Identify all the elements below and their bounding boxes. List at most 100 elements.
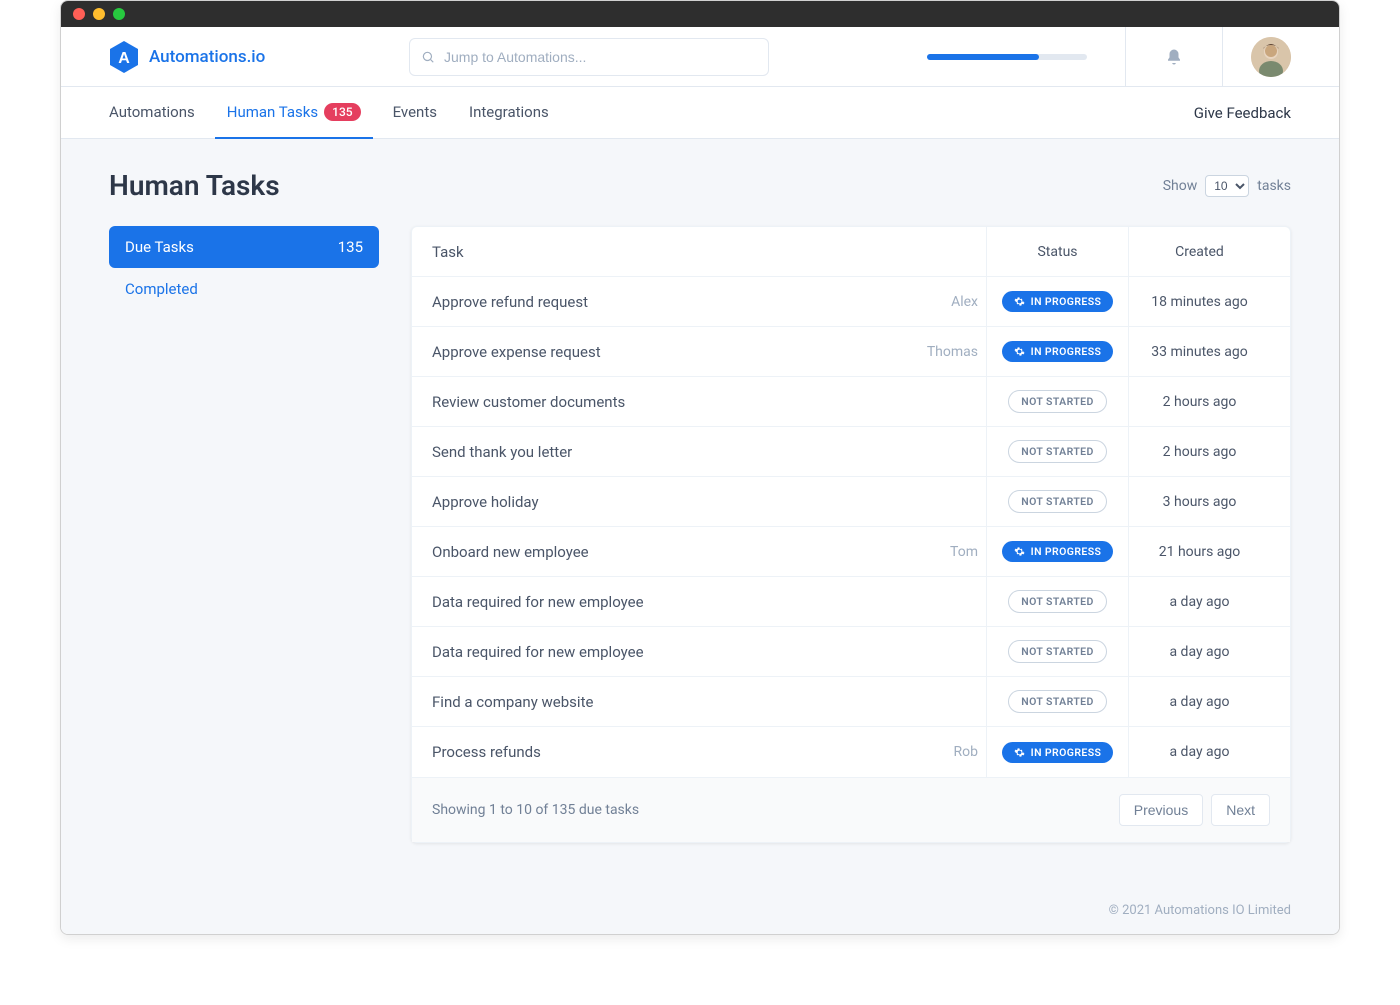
created-cell: 3 hours ago [1128,477,1270,526]
brand-name: Automations.io [149,47,265,67]
task-cell: Approve refund request Alex [432,293,986,311]
table-row[interactable]: Onboard new employeeTom IN PROGRESS 21 hou… [412,527,1290,577]
created-cell: a day ago [1128,677,1270,726]
task-cell: Send thank you letter [432,443,986,461]
sidebar-item-completed[interactable]: Completed [109,268,379,310]
status-badge: NOT STARTED [1008,690,1107,713]
window-close-button[interactable] [73,8,85,20]
task-assignee: Thomas [927,344,986,360]
status-badge: IN PROGRESS [1002,541,1114,562]
nav-item-integrations[interactable]: Integrations [457,87,561,139]
status-cell: NOT STARTED [986,477,1128,526]
status-label: IN PROGRESS [1031,345,1102,358]
gear-icon [1014,296,1025,307]
table-row[interactable]: Send thank you letter NOT STARTED 2 hours … [412,427,1290,477]
svg-text:A: A [118,50,130,67]
task-cell: Review customer documents [432,393,986,411]
next-button[interactable]: Next [1211,794,1270,826]
status-badge: NOT STARTED [1008,590,1107,613]
status-label: NOT STARTED [1021,645,1094,658]
task-name: Approve holiday [432,493,539,511]
nav-item-label: Human Tasks [227,103,318,121]
show-label-prefix: Show [1163,178,1198,194]
status-cell: NOT STARTED [986,677,1128,726]
search-wrap [409,38,769,76]
search-input[interactable] [409,38,769,76]
nav-item-automations[interactable]: Automations [109,87,207,139]
status-label: NOT STARTED [1021,395,1094,408]
table-footer: Showing 1 to 10 of 135 due tasks Previou… [412,777,1290,842]
nav-item-events[interactable]: Events [381,87,449,139]
created-cell: 2 hours ago [1128,377,1270,426]
task-assignee: Alex [951,294,986,310]
table-row[interactable]: Find a company website NOT STARTED a day a… [412,677,1290,727]
nav-item-label: Events [393,103,437,121]
status-cell: NOT STARTED [986,427,1128,476]
task-cell: Approve expense requestThomas [432,343,986,361]
table-row[interactable]: Approve expense requestThomas IN PROGRESS… [412,327,1290,377]
show-label-suffix: tasks [1257,178,1291,194]
nav-item-human-tasks[interactable]: Human Tasks135 [215,87,373,139]
task-name: Process refunds [432,743,541,761]
task-name: Data required for new employee [432,643,644,661]
task-cell: Process refunds Rob [432,743,986,761]
prev-button[interactable]: Previous [1119,794,1203,826]
status-badge: NOT STARTED [1008,440,1107,463]
status-label: IN PROGRESS [1031,545,1102,558]
gear-icon [1014,546,1025,557]
status-badge: IN PROGRESS [1002,341,1114,362]
status-cell: IN PROGRESS [986,727,1128,777]
status-label: NOT STARTED [1021,595,1094,608]
give-feedback-link[interactable]: Give Feedback [1194,104,1291,122]
task-name: Review customer documents [432,393,625,411]
task-cell: Onboard new employeeTom [432,543,986,561]
task-cell: Approve holiday [432,493,986,511]
task-name: Send thank you letter [432,443,572,461]
task-assignee: Rob [954,744,986,760]
status-label: NOT STARTED [1021,495,1094,508]
status-cell: IN PROGRESS [986,327,1128,376]
task-cell: Data required for new employee [432,593,986,611]
created-cell: a day ago [1128,727,1270,777]
task-name: Data required for new employee [432,593,644,611]
table-row[interactable]: Data required for new employee NOT STARTE… [412,577,1290,627]
sidebar-item-due-tasks[interactable]: Due Tasks135 [109,226,379,268]
sidebar-item-label: Completed [125,280,198,298]
created-cell: a day ago [1128,627,1270,676]
nav-item-label: Integrations [469,103,549,121]
status-badge: IN PROGRESS [1002,291,1114,312]
table-row[interactable]: Approve refund request Alex IN PROGRESS 18 … [412,277,1290,327]
header-status: Status [986,227,1128,276]
progress-bar [927,54,1087,60]
created-cell: a day ago [1128,577,1270,626]
status-cell: IN PROGRESS [986,527,1128,576]
table-row[interactable]: Review customer documents NOT STARTED 2 ho… [412,377,1290,427]
show-count-select[interactable]: 10 [1205,175,1249,197]
status-badge: NOT STARTED [1008,390,1107,413]
created-cell: 21 hours ago [1128,527,1270,576]
table-row[interactable]: Approve holiday NOT STARTED 3 hours ago [412,477,1290,527]
progress-fill [927,54,1039,60]
brand[interactable]: A Automations.io [109,40,389,74]
status-label: NOT STARTED [1021,695,1094,708]
table-row[interactable]: Process refunds Rob IN PROGRESS a day ago [412,727,1290,777]
sidebar-item-label: Due Tasks [125,238,194,256]
tasks-panel: Task Status Created Approve refund reque… [411,226,1291,843]
created-cell: 33 minutes ago [1128,327,1270,376]
created-cell: 18 minutes ago [1128,277,1270,326]
status-cell: IN PROGRESS [986,277,1128,326]
copyright: © 2021 Automations IO Limited [1109,903,1291,918]
user-avatar[interactable] [1251,37,1291,77]
task-name: Approve refund request [432,293,588,311]
created-cell: 2 hours ago [1128,427,1270,476]
page-title: Human Tasks [109,169,280,202]
window-maximize-button[interactable] [113,8,125,20]
status-badge: IN PROGRESS [1002,742,1114,763]
header-created: Created [1128,227,1270,276]
notifications-button[interactable] [1154,48,1194,66]
task-cell: Find a company website [432,693,986,711]
table-row[interactable]: Data required for new employee NOT STARTE… [412,627,1290,677]
window-minimize-button[interactable] [93,8,105,20]
page-footer: © 2021 Automations IO Limited [61,883,1339,934]
brand-logo-icon: A [109,40,139,74]
